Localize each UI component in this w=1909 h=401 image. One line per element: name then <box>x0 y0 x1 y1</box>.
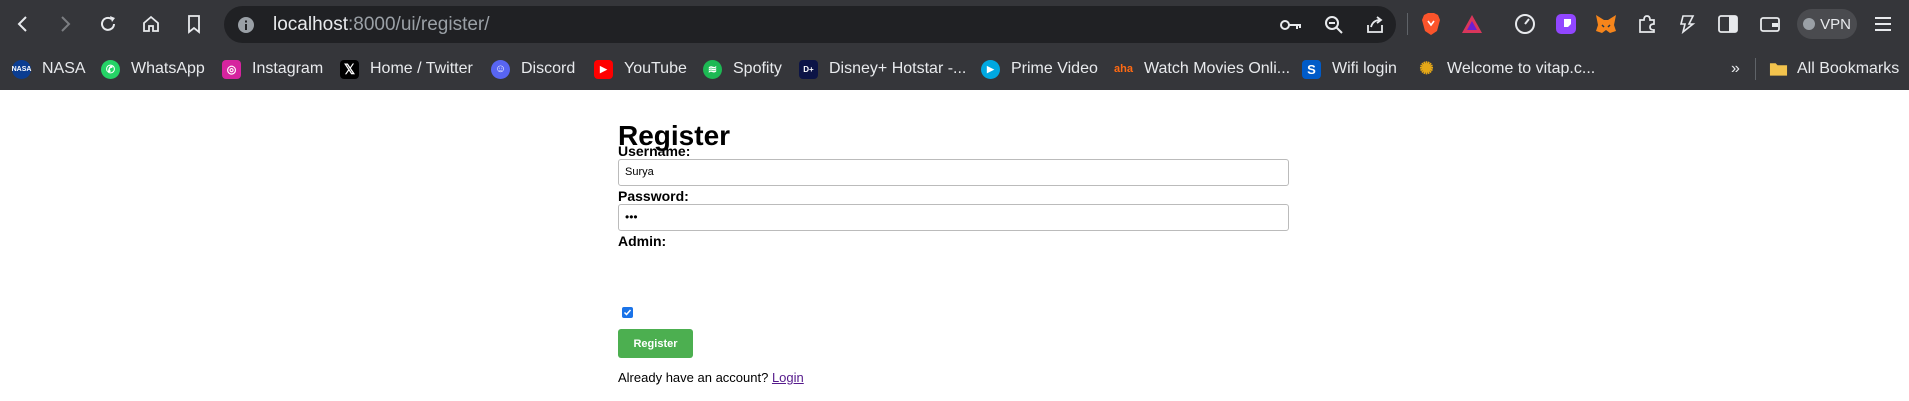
folder-icon <box>1769 60 1788 79</box>
url-path: :8000/ui/register/ <box>348 14 490 35</box>
whatsapp-icon: ✆ <box>101 59 120 79</box>
bookmarks-divider <box>1755 58 1756 80</box>
brave-shields-icon[interactable] <box>1416 9 1446 39</box>
sophos-icon: S <box>1302 59 1321 79</box>
back-icon[interactable] <box>8 9 38 39</box>
brave-rewards-icon[interactable] <box>1457 9 1487 39</box>
extensions-icon[interactable] <box>1632 9 1662 39</box>
bookmark-spotify[interactable]: ≋ Spofity <box>703 57 782 81</box>
vpn-label: VPN <box>1820 15 1851 33</box>
bookmark-vitap[interactable]: ✺ Welcome to vitap.c... <box>1417 57 1595 81</box>
bookmark-hotstar[interactable]: D+ Disney+ Hotstar -... <box>799 57 966 81</box>
share-icon[interactable] <box>1363 13 1387 37</box>
login-prompt-text: Already have an account? <box>618 370 769 385</box>
prime-video-icon: ▶ <box>981 59 1000 79</box>
bookmark-label: Home / Twitter <box>370 60 473 77</box>
site-info-icon[interactable] <box>235 14 257 36</box>
bookmark-label: Welcome to vitap.c... <box>1447 60 1596 77</box>
toolbar-divider <box>1407 13 1408 35</box>
browser-chrome: localhost:8000/ui/register/ VPN NASA NAS… <box>0 0 1909 90</box>
bookmark-label: Discord <box>521 60 576 77</box>
home-icon[interactable] <box>136 9 166 39</box>
bookmark-label: YouTube <box>624 60 687 77</box>
vitap-icon: ✺ <box>1419 59 1434 78</box>
checkmark-icon <box>623 309 632 316</box>
bookmark-label: Spofity <box>733 60 782 77</box>
username-label: Username: <box>618 143 691 159</box>
metamask-icon[interactable] <box>1591 9 1621 39</box>
bookmark-label: NASA <box>42 60 86 77</box>
aha-icon: aha <box>1114 63 1133 75</box>
discord-icon: ☺ <box>491 59 510 79</box>
forward-icon[interactable] <box>50 9 80 39</box>
register-button[interactable]: Register <box>618 329 693 358</box>
login-link[interactable]: Login <box>772 370 804 385</box>
spotify-icon: ≋ <box>703 59 722 79</box>
x-icon: 𝕏 <box>340 59 359 79</box>
login-prompt: Already have an account? Login <box>618 370 804 385</box>
address-bar[interactable]: localhost:8000/ui/register/ <box>224 6 1396 43</box>
bookmark-label: Wifi login <box>1332 60 1397 77</box>
speed-dial-icon[interactable] <box>1510 9 1540 39</box>
bookmark-label: Disney+ Hotstar -... <box>829 60 967 77</box>
leo-ai-icon[interactable] <box>1672 9 1702 39</box>
vpn-status-icon <box>1803 18 1816 30</box>
bookmark-youtube[interactable]: ▶ YouTube <box>594 57 687 81</box>
key-icon[interactable] <box>1279 13 1303 37</box>
bookmark-prime-video[interactable]: ▶ Prime Video <box>981 57 1098 81</box>
reload-icon[interactable] <box>93 9 123 39</box>
password-field[interactable]: ••• <box>618 204 1289 231</box>
password-label: Password: <box>618 188 689 204</box>
all-bookmarks-label: All Bookmarks <box>1797 60 1900 77</box>
admin-checkbox[interactable] <box>622 307 633 318</box>
extension-purple-icon[interactable] <box>1551 9 1581 39</box>
youtube-icon: ▶ <box>594 59 613 79</box>
bookmark-discord[interactable]: ☺ Discord <box>491 57 575 81</box>
bookmark-wifi-login[interactable]: S Wifi login <box>1302 57 1397 81</box>
sidebar-icon[interactable] <box>1713 9 1743 39</box>
all-bookmarks-button[interactable]: All Bookmarks <box>1769 57 1899 81</box>
bookmark-label: Watch Movies Onli... <box>1144 60 1291 77</box>
bookmark-label: Instagram <box>252 60 324 77</box>
instagram-icon: ◎ <box>222 59 241 79</box>
nasa-icon: NASA <box>12 59 31 79</box>
vpn-button[interactable]: VPN <box>1797 9 1857 39</box>
bookmark-label: WhatsApp <box>131 60 205 77</box>
bookmark-aha[interactable]: aha Watch Movies Onli... <box>1114 57 1290 81</box>
more-bookmarks-button[interactable]: » <box>1731 57 1740 81</box>
bookmark-twitter[interactable]: 𝕏 Home / Twitter <box>340 57 473 81</box>
admin-label: Admin: <box>618 233 667 249</box>
more-bookmarks-label: » <box>1731 60 1740 77</box>
bookmarks-bar: NASA NASA ✆ WhatsApp ◎ Instagram 𝕏 Home … <box>0 48 1909 90</box>
browser-toolbar: localhost:8000/ui/register/ VPN <box>0 0 1909 48</box>
bookmark-nasa[interactable]: NASA NASA <box>12 57 86 81</box>
wallet-icon[interactable] <box>1755 9 1785 39</box>
bookmark-label: Prime Video <box>1011 60 1098 77</box>
menu-icon[interactable] <box>1868 9 1898 39</box>
url-text[interactable]: localhost:8000/ui/register/ <box>273 14 490 36</box>
bookmark-whatsapp[interactable]: ✆ WhatsApp <box>101 57 205 81</box>
zoom-icon[interactable] <box>1322 13 1346 37</box>
url-host: localhost <box>273 14 348 35</box>
bookmark-icon[interactable] <box>179 9 209 39</box>
username-field[interactable]: Surya <box>618 159 1289 186</box>
bookmark-instagram[interactable]: ◎ Instagram <box>222 57 323 81</box>
hotstar-icon: D+ <box>799 59 818 79</box>
page-content: Register Username: Surya Password: ••• A… <box>0 90 1909 401</box>
